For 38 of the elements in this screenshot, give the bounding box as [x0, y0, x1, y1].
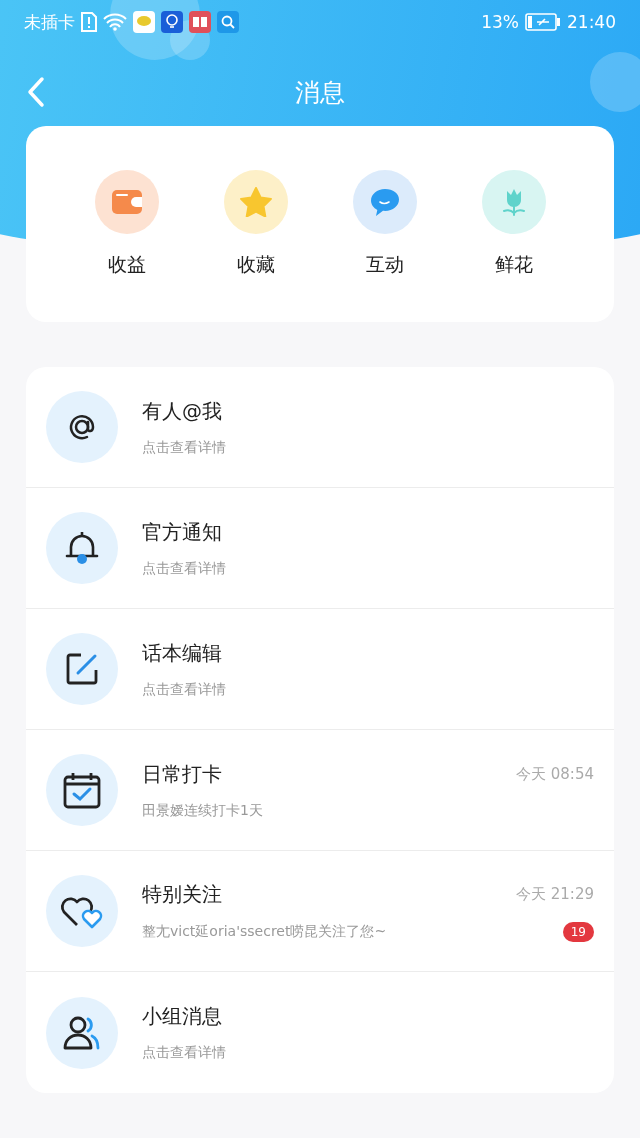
message-title: 特别关注	[142, 880, 222, 908]
message-row[interactable]: 有人@我 点击查看详情	[26, 367, 614, 488]
message-row[interactable]: 特别关注 今天 21:29 整尢vict延oria'ssecret唠昆关注了您~ 19	[26, 851, 614, 972]
message-title: 小组消息	[142, 1003, 222, 1030]
book-icon	[189, 11, 211, 33]
wallet-icon	[111, 189, 142, 215]
message-row[interactable]: 官方通知 点击查看详情	[26, 488, 614, 609]
message-row[interactable]: 话本编辑 点击查看详情	[26, 609, 614, 730]
clock-text: 21:40	[567, 12, 616, 32]
lightbulb-icon	[161, 11, 183, 33]
message-title: 话本编辑	[142, 639, 222, 667]
message-title: 日常打卡	[142, 760, 222, 788]
unread-count: 19	[562, 921, 594, 942]
message-preview: 整尢vict延oria'ssecret唠昆关注了您~	[142, 922, 387, 941]
message-preview: 田景嫒连续打卡1天	[142, 801, 263, 820]
battery-charging-icon	[525, 13, 561, 31]
message-row[interactable]: 小组消息 点击查看详情	[26, 972, 614, 1093]
bell-icon	[64, 530, 100, 566]
message-row[interactable]: 日常打卡 今天 08:54 田景嫒连续打卡1天	[26, 730, 614, 851]
message-preview: 点击查看详情	[142, 559, 226, 578]
page-title: 消息	[295, 77, 345, 107]
sim-alert-icon	[81, 12, 97, 32]
calendar-check-icon	[63, 771, 101, 809]
star-icon	[239, 187, 272, 217]
chat-bubble-icon	[369, 187, 400, 217]
edit-icon	[65, 652, 99, 686]
message-preview: 点击查看详情	[142, 438, 226, 457]
message-title: 官方通知	[142, 518, 222, 546]
search-icon	[217, 11, 239, 33]
message-preview: 点击查看详情	[142, 1044, 226, 1062]
message-title: 有人@我	[142, 397, 222, 425]
message-time: 今天 21:29	[516, 884, 594, 904]
wifi-icon	[103, 13, 127, 31]
app-notification-icon	[133, 11, 155, 33]
carrier-text: 未插卡	[24, 10, 75, 34]
battery-percent: 13%	[481, 12, 519, 32]
message-preview: 点击查看详情	[142, 680, 226, 699]
message-time: 今天 08:54	[516, 764, 594, 784]
